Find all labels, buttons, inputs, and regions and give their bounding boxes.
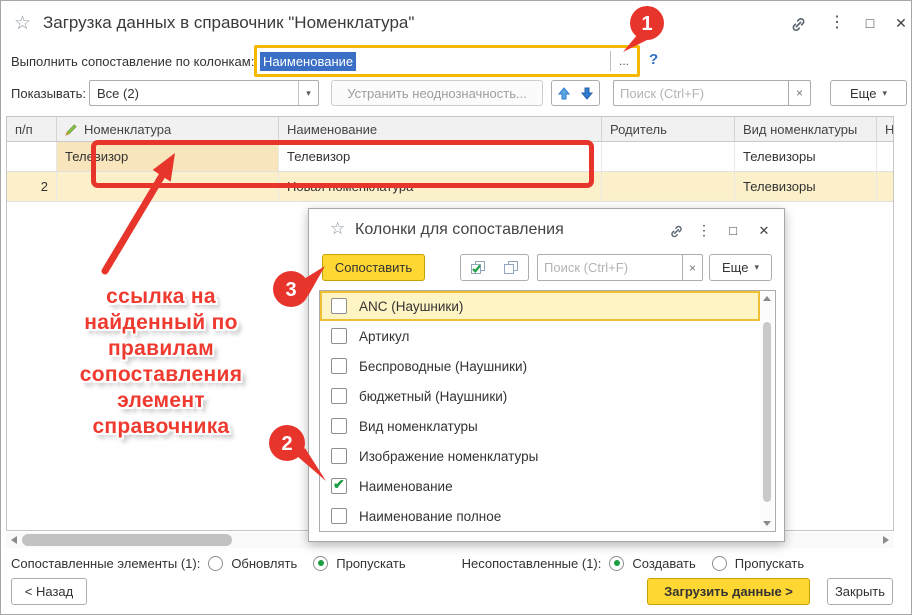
more-button[interactable]: Еще ▾ bbox=[830, 80, 907, 106]
list-item-label: бюджетный (Наушники) bbox=[359, 389, 507, 404]
list-item[interactable]: Беспроводные (Наушники) bbox=[320, 351, 760, 381]
scroll-right-icon[interactable] bbox=[883, 536, 889, 544]
scrollbar-thumb[interactable] bbox=[22, 534, 232, 546]
ellipsis-button[interactable]: ... bbox=[611, 54, 637, 68]
list-item[interactable]: Артикул bbox=[320, 321, 760, 351]
maximize-icon[interactable]: □ bbox=[861, 13, 879, 33]
radio-create-label[interactable]: Создавать bbox=[632, 556, 695, 571]
col-parent[interactable]: Родитель bbox=[602, 117, 735, 141]
help-icon[interactable]: ? bbox=[649, 51, 658, 68]
list-item-label: Наименование bbox=[359, 479, 453, 494]
favorite-star-icon[interactable]: ☆ bbox=[14, 12, 31, 35]
radio-skip-unmatched-label[interactable]: Пропускать bbox=[735, 556, 804, 571]
chevron-down-icon[interactable]: ▾ bbox=[298, 81, 318, 105]
list-item[interactable]: Изображение номенклатуры bbox=[320, 441, 760, 471]
col-extra[interactable]: Н bbox=[877, 117, 893, 141]
radio-skip-unmatched[interactable] bbox=[712, 556, 727, 571]
footer-options: Сопоставленные элементы (1): Обновлять П… bbox=[11, 552, 804, 574]
radio-update-label[interactable]: Обновлять bbox=[231, 556, 297, 571]
radio-update[interactable] bbox=[208, 556, 223, 571]
chevron-down-icon: ▾ bbox=[754, 262, 759, 273]
dialog-title: Колонки для сопоставления bbox=[355, 221, 564, 239]
list-item-label: Вид номенклатуры bbox=[359, 419, 478, 434]
move-down-button[interactable] bbox=[575, 80, 600, 106]
checkbox[interactable] bbox=[331, 418, 347, 434]
scroll-down-icon[interactable] bbox=[763, 521, 771, 526]
load-data-button[interactable]: Загрузить данные > bbox=[647, 578, 810, 605]
checkbox[interactable] bbox=[331, 328, 347, 344]
pencil-icon bbox=[65, 123, 78, 136]
close-icon[interactable]: ✕ bbox=[892, 13, 910, 33]
menu-dots-icon[interactable]: ⋮ bbox=[697, 221, 711, 239]
clear-search-icon[interactable]: × bbox=[683, 254, 703, 281]
radio-skip-matched[interactable] bbox=[313, 556, 328, 571]
list-item-label: Наименование полное bbox=[359, 509, 501, 524]
checkbox[interactable] bbox=[331, 508, 347, 524]
list-item-label: Артикул bbox=[359, 329, 409, 344]
favorite-star-icon[interactable]: ☆ bbox=[330, 219, 345, 239]
list-item[interactable]: Вид номенклатуры bbox=[320, 411, 760, 441]
svg-text:1: 1 bbox=[641, 13, 652, 35]
link-icon[interactable] bbox=[667, 222, 685, 240]
checkbox[interactable] bbox=[331, 358, 347, 374]
col-num: п/п bbox=[7, 117, 57, 141]
checkbox[interactable] bbox=[331, 388, 347, 404]
checkbox[interactable] bbox=[331, 478, 347, 494]
list-item[interactable]: Наименование полное bbox=[320, 501, 760, 531]
columns-dialog: ☆ Колонки для сопоставления ⋮ □ ✕ Сопост… bbox=[308, 208, 785, 542]
mapping-input-value: Наименование bbox=[260, 52, 356, 71]
checkbox[interactable] bbox=[331, 448, 347, 464]
list-item-label: Беспроводные (Наушники) bbox=[359, 359, 527, 374]
scroll-left-icon[interactable] bbox=[11, 536, 17, 544]
unmatched-label: Несопоставленные (1): bbox=[462, 556, 602, 571]
menu-dots-icon[interactable]: ⋮ bbox=[829, 13, 845, 33]
list-item-label: Изображение номенклатуры bbox=[359, 449, 538, 464]
col-nomenclature[interactable]: Номенклатура bbox=[57, 117, 279, 141]
highlight-rectangle bbox=[91, 140, 594, 188]
list-item[interactable]: ANC (Наушники) bbox=[320, 291, 760, 321]
checkbox[interactable] bbox=[331, 298, 347, 314]
table-header: п/п Номенклатура Наименование Родитель В… bbox=[7, 117, 893, 142]
dialog-search-input[interactable] bbox=[537, 254, 683, 281]
matched-label: Сопоставленные элементы (1): bbox=[11, 556, 200, 571]
columns-list: ANC (Наушники) Артикул Беспроводные (Нау… bbox=[319, 290, 776, 532]
vertical-scrollbar[interactable] bbox=[760, 292, 774, 530]
link-icon[interactable] bbox=[788, 14, 808, 34]
move-up-button[interactable] bbox=[551, 80, 576, 106]
col-name[interactable]: Наименование bbox=[279, 117, 602, 141]
close-icon[interactable]: ✕ bbox=[756, 221, 772, 239]
close-button[interactable]: Закрыть bbox=[827, 578, 893, 605]
back-button[interactable]: < Назад bbox=[11, 578, 87, 605]
scroll-up-icon[interactable] bbox=[763, 296, 771, 301]
resolve-ambiguity-button: Устранить неоднозначность... bbox=[331, 80, 543, 106]
more-button-label: Еще bbox=[722, 260, 748, 275]
maximize-icon[interactable]: □ bbox=[725, 221, 741, 239]
more-button-label: Еще bbox=[850, 86, 876, 101]
app-window: ☆ Загрузка данных в справочник "Номенкла… bbox=[0, 0, 912, 615]
more-button[interactable]: Еще ▾ bbox=[709, 254, 772, 281]
col-kind[interactable]: Вид номенклатуры bbox=[735, 117, 877, 141]
page-title: Загрузка данных в справочник "Номенклату… bbox=[43, 13, 414, 33]
uncheck-all-icon[interactable] bbox=[494, 254, 529, 281]
list-item[interactable]: бюджетный (Наушники) bbox=[320, 381, 760, 411]
check-all-icon[interactable] bbox=[460, 254, 495, 281]
clear-search-icon[interactable]: × bbox=[789, 80, 811, 106]
show-select-value: Все (2) bbox=[90, 86, 139, 101]
annotation-note: ссылка на найденный по правилам сопостав… bbox=[16, 284, 306, 440]
search-input[interactable] bbox=[613, 80, 789, 106]
mapping-label: Выполнить сопоставление по колонкам: bbox=[11, 54, 254, 69]
list-item-label: ANC (Наушники) bbox=[359, 299, 463, 314]
mapping-input[interactable]: Наименование ... bbox=[254, 45, 640, 77]
show-select[interactable]: Все (2) ▾ bbox=[89, 80, 319, 106]
radio-create[interactable] bbox=[609, 556, 624, 571]
radio-skip-matched-label[interactable]: Пропускать bbox=[336, 556, 405, 571]
chevron-down-icon: ▾ bbox=[882, 88, 887, 99]
list-item[interactable]: Наименование bbox=[320, 471, 760, 501]
scrollbar-thumb[interactable] bbox=[763, 322, 771, 502]
map-button[interactable]: Сопоставить bbox=[322, 254, 425, 281]
show-label: Показывать: bbox=[11, 86, 86, 101]
